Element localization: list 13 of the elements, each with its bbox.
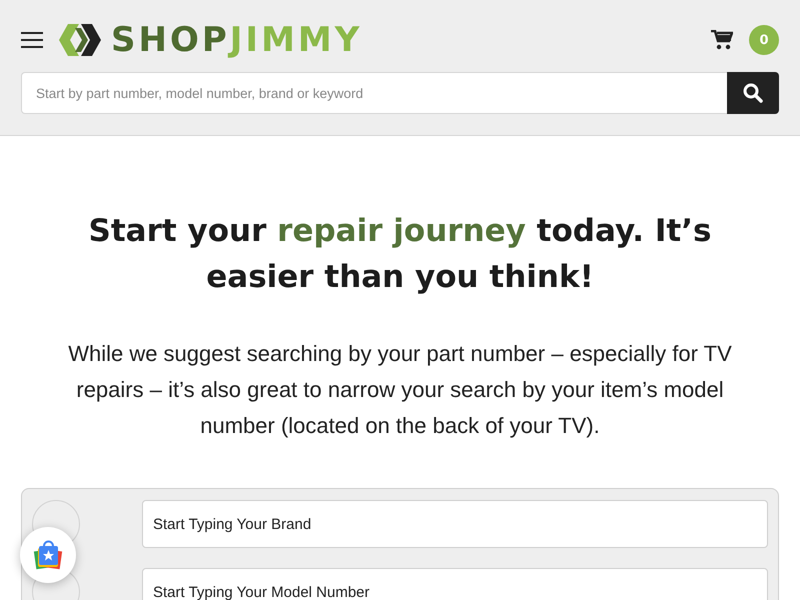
logo-icon bbox=[59, 24, 101, 56]
menu-icon[interactable] bbox=[21, 31, 43, 49]
search-field[interactable]: Start by part number, model number, brand or keyword bbox=[21, 72, 727, 114]
cart-count: 0 bbox=[749, 25, 779, 55]
logo-text[interactable]: SHOPJIMMY bbox=[111, 20, 362, 60]
input-field[interactable]: Start Typing Your Model Number bbox=[142, 568, 768, 600]
input-field[interactable]: Start Typing Your Brand bbox=[142, 500, 768, 548]
search-icon bbox=[743, 83, 763, 103]
intro-text: While we suggest searching by your part number – especially for TV repairs – it’s also great to narrow your search by your item’s model number (located on the back of your TV). bbox=[67, 340, 733, 440]
search-button[interactable] bbox=[727, 72, 779, 114]
shopping-bag-icon bbox=[33, 540, 63, 570]
hero-heading: Start your repair journey today. It’s easier than you think! bbox=[88, 212, 712, 297]
cart-icon[interactable] bbox=[711, 30, 733, 50]
